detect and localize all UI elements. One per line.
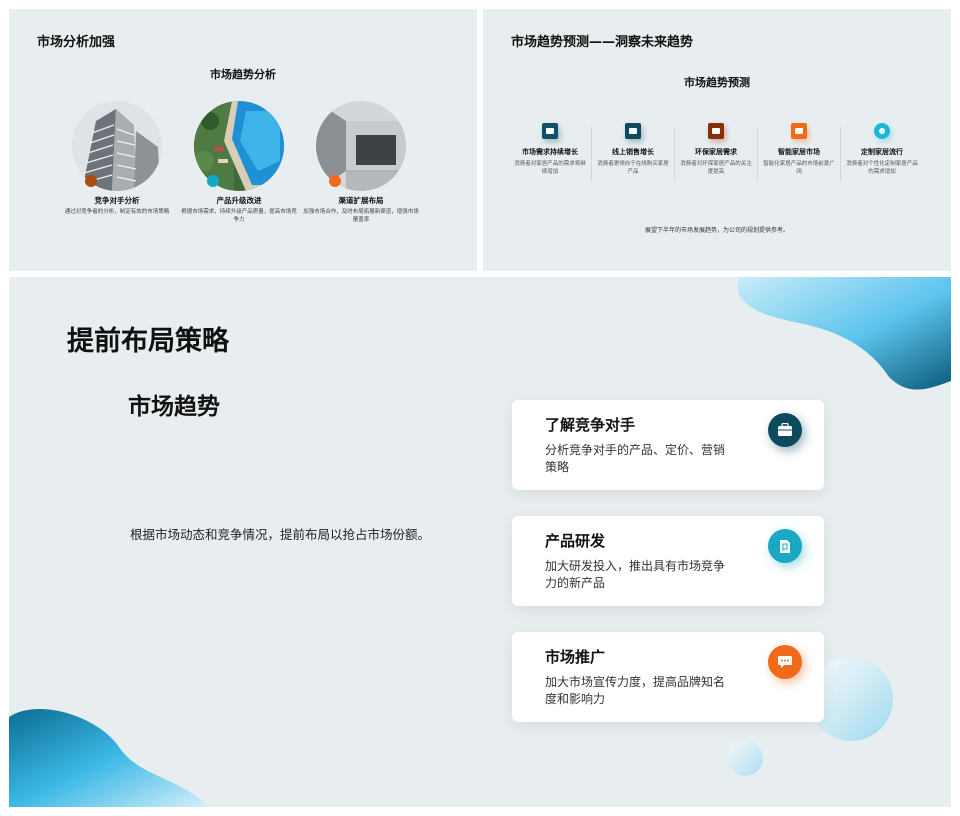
trend-item-desc: 消费者更倾向于在线购买家居产品 [597,161,669,175]
slide-market-analysis: 市场分析加强 市场趋势分析 竞争对手分析 通过对竞争者的分析，制定有效的市场策略… [9,9,477,271]
accent-dot-2 [207,175,219,187]
analysis-item: 产品升级改进 根据市场需求，持续升级产品质量，提高市场竞争力 [179,195,299,224]
analysis-item-title: 渠道扩展布局 [338,196,384,205]
slide2-footer: 展望下半年的市场发展趋势，为公司的规划提供参考。 [644,227,789,234]
trend-item-desc: 消费者对个性化定制家居产品的需求增加 [846,161,918,175]
chat-icon [791,123,807,139]
strategy-card-title: 产品研发 [545,532,606,550]
strategy-card: 产品研发 加大研发投入，推出具有市场竞争力的新产品 [512,516,824,606]
trend-item-desc: 消费者对环保家居产品的关注度提高 [680,161,752,175]
slide3-subtitle: 市场趋势 [128,394,220,420]
briefcase-icon [625,123,641,139]
trend-item-desc: 消费者对家居产品的需求将继续增加 [514,161,586,175]
slide3-body: 根据市场动态和竞争情况，提前布局以抢占市场份额。 [130,527,431,542]
strategy-card-desc: 分析竞争对手的产品、定价、营销策略 [545,443,726,474]
strategy-card-desc: 加大研发投入，推出具有市场竞争力的新产品 [545,559,726,590]
box-icon [708,123,724,139]
trend-item-title: 定制家居流行 [861,148,903,156]
strategy-card: 了解竞争对手 分析竞争对手的产品、定价、营销策略 [512,400,824,490]
analysis-item-desc: 根据市场需求，持续升级产品质量，提高市场竞争力 [181,209,297,223]
slide1-subtitle: 市场趋势分析 [210,68,276,81]
document-icon [768,529,802,563]
analysis-item: 竞争对手分析 通过对竞争者的分析，制定有效的市场策略 [57,195,177,216]
strategy-card: 市场推广 加大市场宣传力度，提高品牌知名度和影响力 [512,632,824,722]
slide1-title: 市场分析加强 [37,35,116,50]
slide-advance-strategy: 提前布局策略 市场趋势 根据市场动态和竞争情况，提前布局以抢占市场份额。 了解竞… [9,277,951,807]
chat-icon [768,645,802,679]
analysis-item-desc: 加强市场合作，及时布局拓展新渠道，增强市场覆盖率 [303,209,419,223]
trend-item: 线上销售增长 消费者更倾向于在线购买家居产品 [592,123,674,176]
trend-item-title: 环保家居需求 [695,148,737,156]
trend-item-title: 线上销售增长 [612,148,654,156]
trend-item: 定制家居流行 消费者对个性化定制家居产品的需求增加 [841,123,923,176]
trend-item-title: 智能家居市场 [778,148,820,156]
slide3-title: 提前布局策略 [67,326,229,357]
analysis-item-title: 竞争对手分析 [94,196,140,205]
accent-dot-1 [85,175,97,187]
trend-item: 智能家居市场 智能化家居产品的市场前景广阔 [758,123,840,176]
target-icon [874,123,890,139]
analysis-item-title: 产品升级改进 [216,196,262,205]
slide-trend-forecast: 市场趋势预测——洞察未来趋势 市场趋势预测 市场需求持续增长 消费者对家居产品的… [483,9,951,271]
trend-item-title: 市场需求持续增长 [522,148,578,156]
strategy-card-title: 了解竞争对手 [545,416,636,434]
slide2-subtitle: 市场趋势预测 [684,76,750,89]
image-icon [542,123,558,139]
analysis-item-desc: 通过对竞争者的分析，制定有效的市场策略 [64,209,170,215]
strategy-card-desc: 加大市场宣传力度，提高品牌知名度和影响力 [545,675,726,706]
slide2-title: 市场趋势预测——洞察未来趋势 [511,35,694,50]
trend-item-desc: 智能化家居产品的市场前景广阔 [763,161,835,175]
briefcase-icon [768,413,802,447]
strategy-card-title: 市场推广 [545,648,606,666]
trend-item: 环保家居需求 消费者对环保家居产品的关注度提高 [675,123,757,176]
accent-dot-3 [329,175,341,187]
analysis-item: 渠道扩展布局 加强市场合作，及时布局拓展新渠道，增强市场覆盖率 [301,195,421,224]
trend-item: 市场需求持续增长 消费者对家居产品的需求将继续增加 [509,123,591,176]
